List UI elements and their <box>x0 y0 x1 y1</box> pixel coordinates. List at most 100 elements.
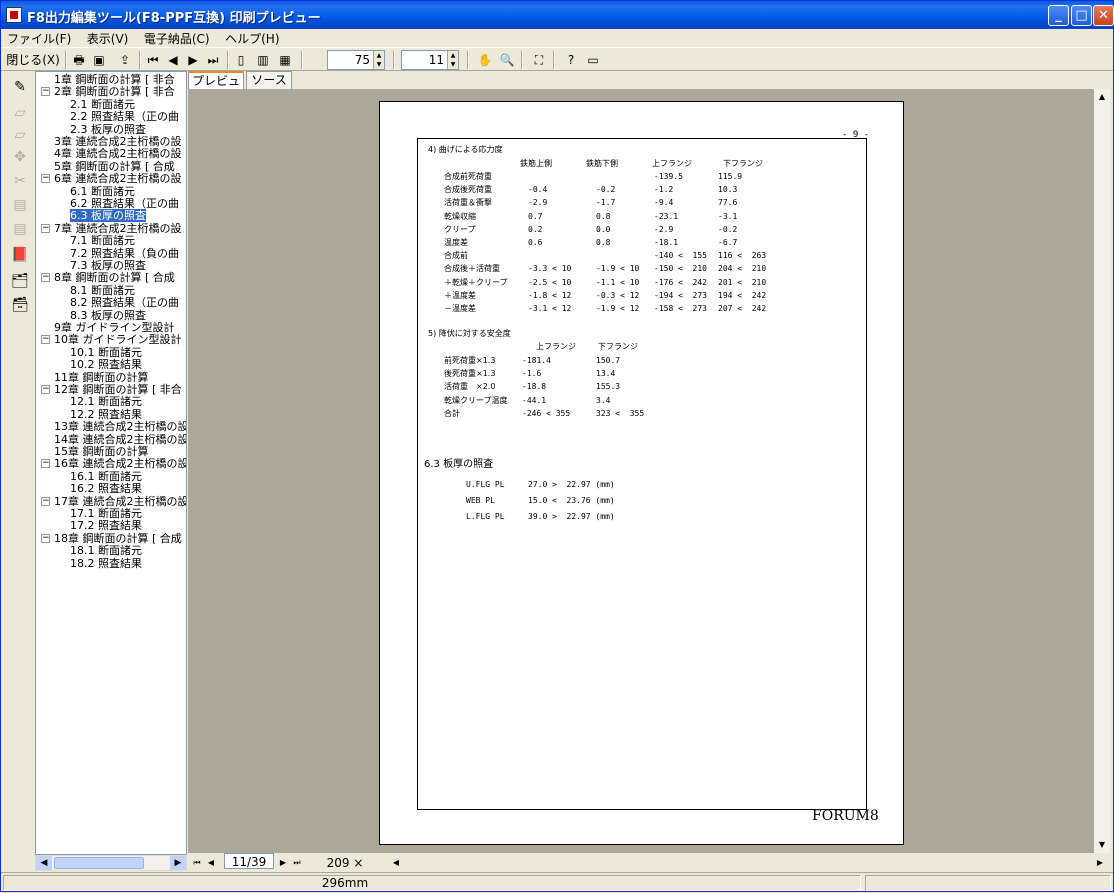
tree-item[interactable]: 8.2 照査結果（正の曲 <box>70 297 179 309</box>
next-page-icon[interactable]: ▶ <box>183 50 203 70</box>
tree-item[interactable]: 16章 連続合成2主桁橋の設 <box>54 458 186 470</box>
menu-help[interactable]: ヘルプ(H) <box>219 29 285 48</box>
tree-item[interactable]: 10.2 照査結果 <box>70 359 142 371</box>
scroll-up-icon[interactable]: ▲ <box>1094 89 1110 105</box>
pen-icon[interactable]: ✎ <box>9 77 31 97</box>
tree-item[interactable]: 7章 連続合成2主桁橋の設 <box>54 222 182 235</box>
multi-page-icon[interactable]: ▦ <box>275 50 295 70</box>
tree-item[interactable]: 17章 連続合成2主桁橋の設 <box>54 495 186 508</box>
collapse-icon[interactable]: − <box>41 223 50 233</box>
info-icon[interactable]: ▭ <box>583 50 603 70</box>
menu-view[interactable]: 表示(V) <box>81 29 135 48</box>
close-button[interactable]: ✕ <box>1093 5 1114 26</box>
menu-file[interactable]: ファイル(F) <box>1 29 77 48</box>
tree-item[interactable]: 16.1 断面諸元 <box>70 470 142 483</box>
column-header: 鉄筋下側 <box>586 159 618 168</box>
row-label: 前死荷重×1.3 <box>444 356 496 365</box>
app-window: F8出力編集ツール(F8-PPF互換) 印刷プレビュー _ □ ✕ ファイル(F… <box>0 0 1114 892</box>
tree-item[interactable]: 6.3 板厚の照査 <box>70 209 146 223</box>
tree-icon[interactable]: 🗂 <box>9 271 31 291</box>
maximize-button[interactable]: □ <box>1071 5 1092 26</box>
tree-item[interactable]: 12.1 断面諸元 <box>70 396 142 408</box>
collapse-icon[interactable]: − <box>41 273 50 283</box>
tree-item[interactable]: 8.1 断面諸元 <box>70 284 135 297</box>
fit-page-icon[interactable]: ⛶ <box>529 50 549 70</box>
tree-item[interactable]: 2.1 断面諸元 <box>70 98 135 111</box>
tree-item[interactable]: 8.3 板厚の照査 <box>70 309 146 322</box>
scroll-right-icon[interactable]: ▶ <box>1092 853 1108 873</box>
collapse-icon[interactable]: − <box>41 533 50 543</box>
table-cell: 155.3 <box>596 382 621 392</box>
scroll-right-icon[interactable]: ▶ <box>170 856 186 870</box>
collapse-icon[interactable]: − <box>41 174 50 184</box>
tree-item[interactable]: 8章 鋼断面の計算 [ 合成 <box>54 272 175 284</box>
spinner-arrows[interactable]: ▲ ▼ <box>447 51 458 69</box>
title-bar[interactable]: F8出力編集ツール(F8-PPF互換) 印刷プレビュー _ □ ✕ <box>1 1 1114 29</box>
scroll-thumb[interactable] <box>54 857 144 869</box>
collapse-icon[interactable]: − <box>41 496 50 506</box>
last-page-icon[interactable]: ⏭ <box>292 853 302 873</box>
tree-item[interactable]: 7.2 照査結果（負の曲 <box>70 247 179 260</box>
tree-item[interactable]: 2章 鋼断面の計算 [ 非合 <box>54 86 175 98</box>
tree-item[interactable]: 5章 鋼断面の計算 [ 合成 <box>54 159 175 173</box>
collapse-icon[interactable]: − <box>41 87 50 97</box>
tree-item[interactable]: 7.1 断面諸元 <box>70 235 135 247</box>
next-page-icon[interactable]: ▶ <box>278 853 288 873</box>
tree-item[interactable]: 12.2 照査結果 <box>70 408 142 421</box>
tree-horizontal-scrollbar[interactable]: ◀ ▶ <box>35 855 187 871</box>
tree-item[interactable]: 11章 鋼断面の計算 <box>54 371 149 384</box>
tree-item[interactable]: 10章 ガイドライン型設計 <box>54 334 182 346</box>
close-preview-button[interactable]: 閉じる(X) <box>5 50 61 70</box>
tree-item[interactable]: 6章 連続合成2主桁橋の設 <box>54 173 182 185</box>
help-icon[interactable]: ? <box>561 50 581 70</box>
preview-vertical-scrollbar[interactable]: ▲ ▼ <box>1094 89 1110 853</box>
tree-item[interactable]: 16.2 照査結果 <box>70 483 142 495</box>
scroll-down-icon[interactable]: ▼ <box>1094 837 1110 853</box>
row-label: クリープ <box>444 224 476 234</box>
scroll-left-icon[interactable]: ◀ <box>36 856 52 870</box>
book-icon[interactable]: 📕 <box>9 245 31 265</box>
prev-page-icon[interactable]: ◀ <box>206 853 216 873</box>
tree-item[interactable]: 4章 連続合成2主桁橋の設 <box>54 148 182 160</box>
table-cell: 323 < 355 <box>596 408 645 418</box>
zoom-spinner[interactable]: 75 ▲ ▼ <box>327 50 385 70</box>
outline-tree[interactable]: 1章 鋼断面の計算 [ 非合 2章 鋼断面の計算 [ 非合 −2.1 断面諸元 2.2… <box>35 71 187 855</box>
first-page-icon[interactable]: ⏮ <box>192 853 202 873</box>
tree-item[interactable]: 18章 鋼断面の計算 [ 合成 <box>54 532 182 545</box>
print-icon[interactable]: 🖶 <box>69 50 89 70</box>
page-indicator[interactable]: 11/39 <box>224 853 274 869</box>
row-label: －温度差 <box>444 304 476 313</box>
minimize-button[interactable]: _ <box>1048 5 1069 26</box>
tree-item[interactable]: 6.1 断面諸元 <box>70 185 135 198</box>
first-page-icon[interactable]: ⏮ <box>143 50 163 70</box>
tree-item[interactable]: 18.1 断面諸元 <box>70 545 142 557</box>
spinner-arrows[interactable]: ▲ ▼ <box>373 51 384 69</box>
export-icon[interactable]: ⇪ <box>115 50 135 70</box>
tab-source[interactable]: ソース <box>246 71 292 89</box>
tree-item[interactable]: 18.2 照査結果 <box>70 557 142 570</box>
single-page-icon[interactable]: ▯ <box>231 50 251 70</box>
tree-item[interactable]: 10.1 断面諸元 <box>70 346 142 359</box>
hand-tool-icon[interactable]: ✋ <box>475 50 495 70</box>
prev-page-icon[interactable]: ◀ <box>163 50 183 70</box>
collapse-icon[interactable]: − <box>41 459 50 469</box>
scroll-left-icon[interactable]: ◀ <box>388 853 404 873</box>
two-page-icon[interactable]: ▥ <box>253 50 273 70</box>
save-icon[interactable]: ▣ <box>89 50 109 70</box>
collapse-icon[interactable]: − <box>41 335 50 345</box>
list-icon[interactable]: 🗃 <box>9 295 31 315</box>
collapse-icon[interactable]: − <box>41 385 50 394</box>
tree-item[interactable]: 14章 連続合成2主桁橋の設 <box>54 433 186 446</box>
tree-item[interactable]: 17.2 照査結果 <box>70 520 142 532</box>
tree-item-label: 5章 鋼断面の計算 [ 合成 <box>54 159 175 173</box>
tree-item[interactable]: 2.2 照査結果（正の曲 <box>70 111 179 123</box>
zoom-tool-icon[interactable]: 🔍 <box>497 50 517 70</box>
tree-item[interactable]: 2.3 板厚の照査 <box>70 123 146 136</box>
last-page-icon[interactable]: ⏭ <box>203 50 223 70</box>
menu-electronic-delivery[interactable]: 電子納品(C) <box>138 29 216 48</box>
page-spinner[interactable]: 11 ▲ ▼ <box>401 50 459 70</box>
tree-item[interactable]: 13章 連続合成2主桁橋の設 <box>54 421 186 433</box>
table-cell: -44.1 <box>522 395 547 405</box>
tab-preview[interactable]: プレビュー <box>188 71 244 104</box>
row-label: L.FLG PL <box>466 512 505 521</box>
